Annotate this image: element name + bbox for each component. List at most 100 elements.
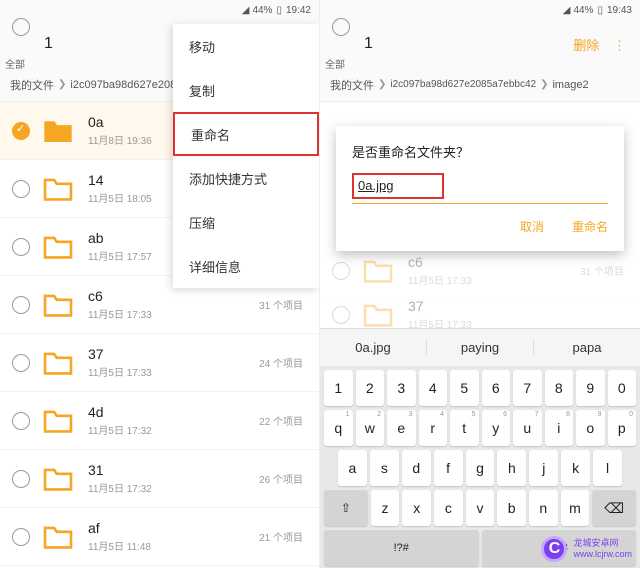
ime-suggestions: 0a.jpg paying papa [320, 328, 640, 366]
breadcrumb-root[interactable]: 我的文件 [10, 77, 54, 93]
key-s[interactable]: s [370, 450, 399, 486]
menu-copy[interactable]: 复制 [173, 68, 319, 112]
row-checkbox[interactable] [12, 354, 30, 372]
more-icon[interactable]: ⋮ [613, 38, 628, 53]
dialog-confirm-button[interactable]: 重命名 [572, 218, 608, 235]
suggestion[interactable]: 0a.jpg [320, 340, 427, 355]
file-row[interactable]: 3111月5日 17:32 26 个项目 [0, 450, 319, 508]
key-f[interactable]: f [434, 450, 463, 486]
file-row[interactable]: 4d11月5日 17:32 22 个项目 [0, 392, 319, 450]
selection-header: 全部 1 删除 ⋮ [320, 20, 640, 68]
kb-row-qwerty: q1w2e3r4t5y6u7i8o9p0 [324, 410, 636, 446]
menu-rename[interactable]: 重命名 [173, 112, 319, 156]
key-n[interactable]: n [529, 490, 558, 526]
delete-button[interactable]: 删除 ⋮ [573, 35, 628, 54]
clock: 19:43 [607, 5, 632, 16]
rename-input-highlight [352, 173, 444, 199]
key-q[interactable]: q1 [324, 410, 353, 446]
key-i[interactable]: i8 [545, 410, 574, 446]
folder-icon [362, 302, 394, 328]
key-7[interactable]: 7 [513, 370, 542, 406]
menu-compress[interactable]: 压缩 [173, 200, 319, 244]
key-d[interactable]: d [402, 450, 431, 486]
rename-input[interactable] [358, 178, 438, 193]
suggestion[interactable]: paying [427, 340, 534, 355]
key-6[interactable]: 6 [482, 370, 511, 406]
key-e[interactable]: e3 [387, 410, 416, 446]
key-h[interactable]: h [497, 450, 526, 486]
folder-icon [42, 176, 74, 202]
menu-details[interactable]: 详细信息 [173, 244, 319, 288]
file-row[interactable]: af11月5日 11:48 21 个项目 [0, 508, 319, 566]
row-checkbox[interactable] [12, 238, 30, 256]
folder-icon [42, 524, 74, 550]
key-u[interactable]: u7 [513, 410, 542, 446]
battery-icon: ▯ [597, 5, 603, 16]
key-p[interactable]: p0 [608, 410, 637, 446]
dialog-cancel-button[interactable]: 取消 [520, 218, 544, 235]
key-j[interactable]: j [529, 450, 558, 486]
file-row: 3711月5日 17:33 [320, 300, 640, 330]
key-z[interactable]: z [371, 490, 400, 526]
row-checkbox[interactable] [12, 296, 30, 314]
file-row[interactable]: 3711月5日 17:33 24 个项目 [0, 334, 319, 392]
watermark-logo: C [541, 536, 567, 562]
row-checkbox[interactable] [12, 180, 30, 198]
select-all-checkbox[interactable] [12, 18, 30, 36]
key-2[interactable]: 2 [356, 370, 385, 406]
row-checkbox[interactable] [12, 528, 30, 546]
folder-icon [42, 118, 74, 144]
symbols-key[interactable]: !?# [324, 530, 479, 566]
folder-icon [42, 408, 74, 434]
shift-key[interactable]: ⇧ [324, 490, 368, 526]
key-v[interactable]: v [466, 490, 495, 526]
dialog-title: 是否重命名文件夹？ [352, 142, 608, 161]
key-g[interactable]: g [466, 450, 495, 486]
key-a[interactable]: a [338, 450, 367, 486]
chevron-right-icon: ❯ [58, 79, 66, 90]
key-8[interactable]: 8 [545, 370, 574, 406]
left-screenshot: ◢ 44% ▯ 19:42 全部 1 我的文件 ❯ i2c097ba98d627… [0, 0, 320, 568]
menu-move[interactable]: 移动 [173, 24, 319, 68]
battery-text: 44% [252, 5, 272, 16]
key-w[interactable]: w2 [356, 410, 385, 446]
key-0[interactable]: 0 [608, 370, 637, 406]
key-c[interactable]: c [434, 490, 463, 526]
watermark: C 龙城安卓网 www.lcjrw.com [541, 536, 632, 562]
row-checkbox[interactable] [12, 412, 30, 430]
select-all-label: 全部 [5, 56, 25, 71]
select-all-checkbox[interactable] [332, 18, 350, 36]
selection-count: 1 [44, 35, 53, 53]
context-menu: 移动 复制 重命名 添加快捷方式 压缩 详细信息 [173, 24, 319, 288]
key-k[interactable]: k [561, 450, 590, 486]
key-b[interactable]: b [497, 490, 526, 526]
folder-icon [42, 292, 74, 318]
item-count: 31 个项目 [259, 297, 303, 312]
breadcrumb[interactable]: 我的文件 ❯ i2c097ba98d627e2085a7ebbc42 ❯ ima… [320, 68, 640, 102]
folder-icon [42, 234, 74, 260]
key-4[interactable]: 4 [419, 370, 448, 406]
row-checkbox[interactable] [12, 470, 30, 488]
key-t[interactable]: t5 [450, 410, 479, 446]
menu-shortcut[interactable]: 添加快捷方式 [173, 156, 319, 200]
key-5[interactable]: 5 [450, 370, 479, 406]
kb-row-asdf: asdfghjkl [324, 450, 636, 486]
row-checkbox[interactable] [12, 122, 30, 140]
key-1[interactable]: 1 [324, 370, 353, 406]
key-m[interactable]: m [561, 490, 590, 526]
key-9[interactable]: 9 [576, 370, 605, 406]
key-o[interactable]: o9 [576, 410, 605, 446]
clock: 19:42 [286, 5, 311, 16]
status-bar: ◢ 44% ▯ 19:42 [0, 0, 319, 20]
key-l[interactable]: l [593, 450, 622, 486]
key-x[interactable]: x [402, 490, 431, 526]
backspace-key[interactable]: ⌫ [592, 490, 636, 526]
key-3[interactable]: 3 [387, 370, 416, 406]
key-y[interactable]: y6 [482, 410, 511, 446]
key-r[interactable]: r4 [419, 410, 448, 446]
suggestion[interactable]: papa [534, 340, 640, 355]
breadcrumb-path[interactable]: i2c097ba98d627e208 [70, 79, 176, 91]
signal-icon: ◢ [563, 5, 570, 16]
rename-dialog: 是否重命名文件夹？ 取消 重命名 [336, 126, 624, 251]
folder-icon [42, 350, 74, 376]
